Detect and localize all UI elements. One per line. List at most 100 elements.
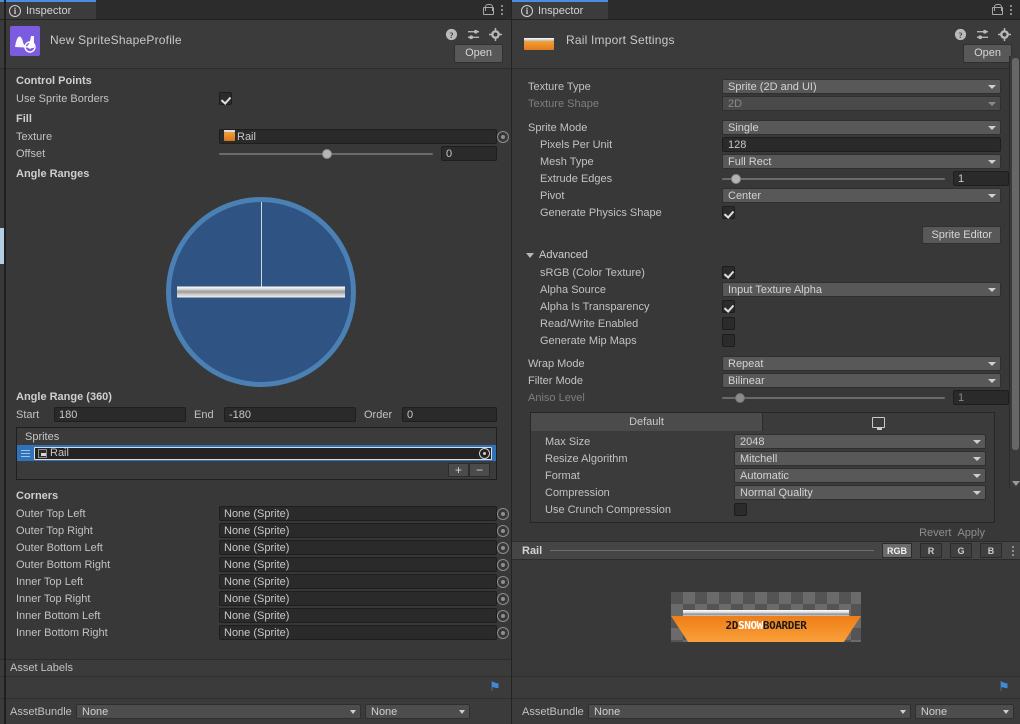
kebab-menu-icon[interactable]: [501, 5, 503, 15]
object-picker-icon[interactable]: [497, 576, 509, 588]
channel-b-button[interactable]: B: [980, 543, 1002, 558]
object-picker-icon[interactable]: [497, 610, 509, 622]
generate-mip-maps-checkbox[interactable]: [722, 334, 735, 347]
tab-inspector-left[interactable]: i Inspector: [0, 0, 96, 19]
right-asset-header: Rail Import Settings ? Open: [512, 20, 1020, 69]
channel-r-button[interactable]: R: [920, 543, 942, 558]
max-size-dropdown[interactable]: 2048: [734, 434, 986, 449]
add-sprite-button[interactable]: +: [448, 463, 469, 477]
wrap-mode-value: Repeat: [728, 358, 763, 370]
use-crunch-compression-checkbox[interactable]: [734, 503, 747, 516]
fill-offset-slider[interactable]: [219, 153, 433, 155]
wrap-mode-dropdown[interactable]: Repeat: [722, 356, 1001, 371]
object-picker-icon[interactable]: [497, 131, 509, 143]
pixels-per-unit-input[interactable]: 128: [722, 137, 1001, 152]
object-picker-icon[interactable]: [497, 508, 509, 520]
sprite-editor-button[interactable]: Sprite Editor: [922, 226, 1001, 244]
format-dropdown[interactable]: Automatic: [734, 468, 986, 483]
object-picker-icon[interactable]: [479, 448, 490, 459]
tab-default-platform[interactable]: Default: [531, 413, 763, 431]
generate-physics-shape-checkbox[interactable]: [722, 206, 735, 219]
fill-texture-objectfield[interactable]: Rail: [219, 129, 497, 144]
corner-objectfield[interactable]: None (Sprite): [219, 506, 497, 521]
corner-objectfield[interactable]: None (Sprite): [219, 625, 497, 640]
channel-rgb-button[interactable]: RGB: [882, 543, 912, 558]
pixels-per-unit-row: Pixels Per Unit 128: [512, 136, 1009, 153]
sprite-mode-dropdown[interactable]: Single: [722, 120, 1001, 135]
preview-menu-icon[interactable]: [1012, 546, 1014, 556]
gear-icon[interactable]: [489, 28, 502, 41]
list-item[interactable]: Rail: [17, 445, 496, 461]
open-button[interactable]: Open: [963, 44, 1012, 63]
drag-handle-icon[interactable]: [21, 450, 30, 457]
lock-icon[interactable]: [483, 4, 492, 15]
extrude-edges-value[interactable]: 1: [953, 171, 1009, 186]
object-picker-icon[interactable]: [497, 542, 509, 554]
kebab-menu-icon[interactable]: [1010, 5, 1012, 15]
order-value[interactable]: 0: [402, 407, 497, 422]
slider-track[interactable]: [722, 178, 945, 180]
corner-objectfield[interactable]: None (Sprite): [219, 523, 497, 538]
revert-button[interactable]: Revert: [919, 527, 951, 539]
remove-sprite-button[interactable]: −: [469, 463, 490, 477]
object-picker-icon[interactable]: [497, 525, 509, 537]
corner-objectfield[interactable]: None (Sprite): [219, 591, 497, 606]
corner-label: Inner Top Right: [16, 593, 219, 605]
object-picker-icon[interactable]: [497, 559, 509, 571]
preset-icon[interactable]: [976, 28, 989, 41]
tag-icon[interactable]: ⚑: [998, 680, 1010, 694]
end-value[interactable]: -180: [224, 407, 356, 422]
angle-range-circle[interactable]: [166, 197, 356, 387]
mesh-type-dropdown[interactable]: Full Rect: [722, 154, 1001, 169]
angle-range-widget[interactable]: [0, 189, 511, 389]
tab-label: Inspector: [26, 5, 71, 17]
panel-edge-handle[interactable]: [0, 228, 4, 264]
alpha-source-label: Alpha Source: [540, 284, 722, 296]
assetbundle-variant-dropdown[interactable]: None: [915, 704, 1014, 719]
pivot-row: Pivot Center: [512, 187, 1009, 204]
assetbundle-name-dropdown[interactable]: None: [588, 704, 911, 719]
open-button[interactable]: Open: [454, 44, 503, 63]
resize-algorithm-dropdown[interactable]: Mitchell: [734, 451, 986, 466]
tag-icon[interactable]: ⚑: [489, 680, 501, 694]
texture-type-dropdown[interactable]: Sprite (2D and UI): [722, 79, 1001, 94]
preset-icon[interactable]: [467, 28, 480, 41]
filter-mode-dropdown[interactable]: Bilinear: [722, 373, 1001, 388]
object-picker-icon[interactable]: [497, 593, 509, 605]
use-sprite-borders-checkbox[interactable]: [219, 92, 232, 105]
alpha-source-dropdown[interactable]: Input Texture Alpha: [722, 282, 1001, 297]
gear-icon[interactable]: [998, 28, 1011, 41]
corner-row: Outer Bottom Left None (Sprite): [0, 539, 511, 556]
alpha-is-transparency-checkbox[interactable]: [722, 300, 735, 313]
apply-button[interactable]: Apply: [957, 527, 985, 539]
slider-handle[interactable]: [731, 174, 741, 184]
assetbundle-variant-dropdown[interactable]: None: [365, 704, 470, 719]
monitor-icon: [872, 417, 885, 428]
object-picker-icon[interactable]: [497, 627, 509, 639]
tab-standalone-platform[interactable]: [763, 413, 994, 431]
corner-objectfield[interactable]: None (Sprite): [219, 608, 497, 623]
corner-objectfield[interactable]: None (Sprite): [219, 557, 497, 572]
advanced-foldout[interactable]: Advanced: [512, 244, 1009, 264]
help-icon[interactable]: ?: [954, 28, 967, 41]
slider-handle[interactable]: [322, 149, 332, 159]
help-icon[interactable]: ?: [445, 28, 458, 41]
tab-inspector-right[interactable]: i Inspector: [512, 0, 608, 19]
sprite-objectfield[interactable]: Rail: [34, 447, 492, 460]
assetbundle-name-dropdown[interactable]: None: [76, 704, 361, 719]
platform-settings-box: Default Max Size 2048 Re: [530, 412, 995, 523]
asset-labels-strip[interactable]: ⚑: [0, 676, 511, 698]
pivot-dropdown[interactable]: Center: [722, 188, 1001, 203]
corner-objectfield[interactable]: None (Sprite): [219, 540, 497, 555]
srgb-checkbox[interactable]: [722, 266, 735, 279]
channel-g-button[interactable]: G: [950, 543, 972, 558]
compression-dropdown[interactable]: Normal Quality: [734, 485, 986, 500]
fill-offset-value[interactable]: 0: [441, 146, 497, 161]
lock-icon[interactable]: [992, 4, 1001, 15]
read-write-enabled-checkbox[interactable]: [722, 317, 735, 330]
corner-objectfield[interactable]: None (Sprite): [219, 574, 497, 589]
start-value[interactable]: 180: [54, 407, 186, 422]
right-labels-strip[interactable]: ⚑: [512, 676, 1020, 698]
slider-track[interactable]: [219, 153, 433, 155]
extrude-edges-slider[interactable]: [722, 178, 945, 180]
